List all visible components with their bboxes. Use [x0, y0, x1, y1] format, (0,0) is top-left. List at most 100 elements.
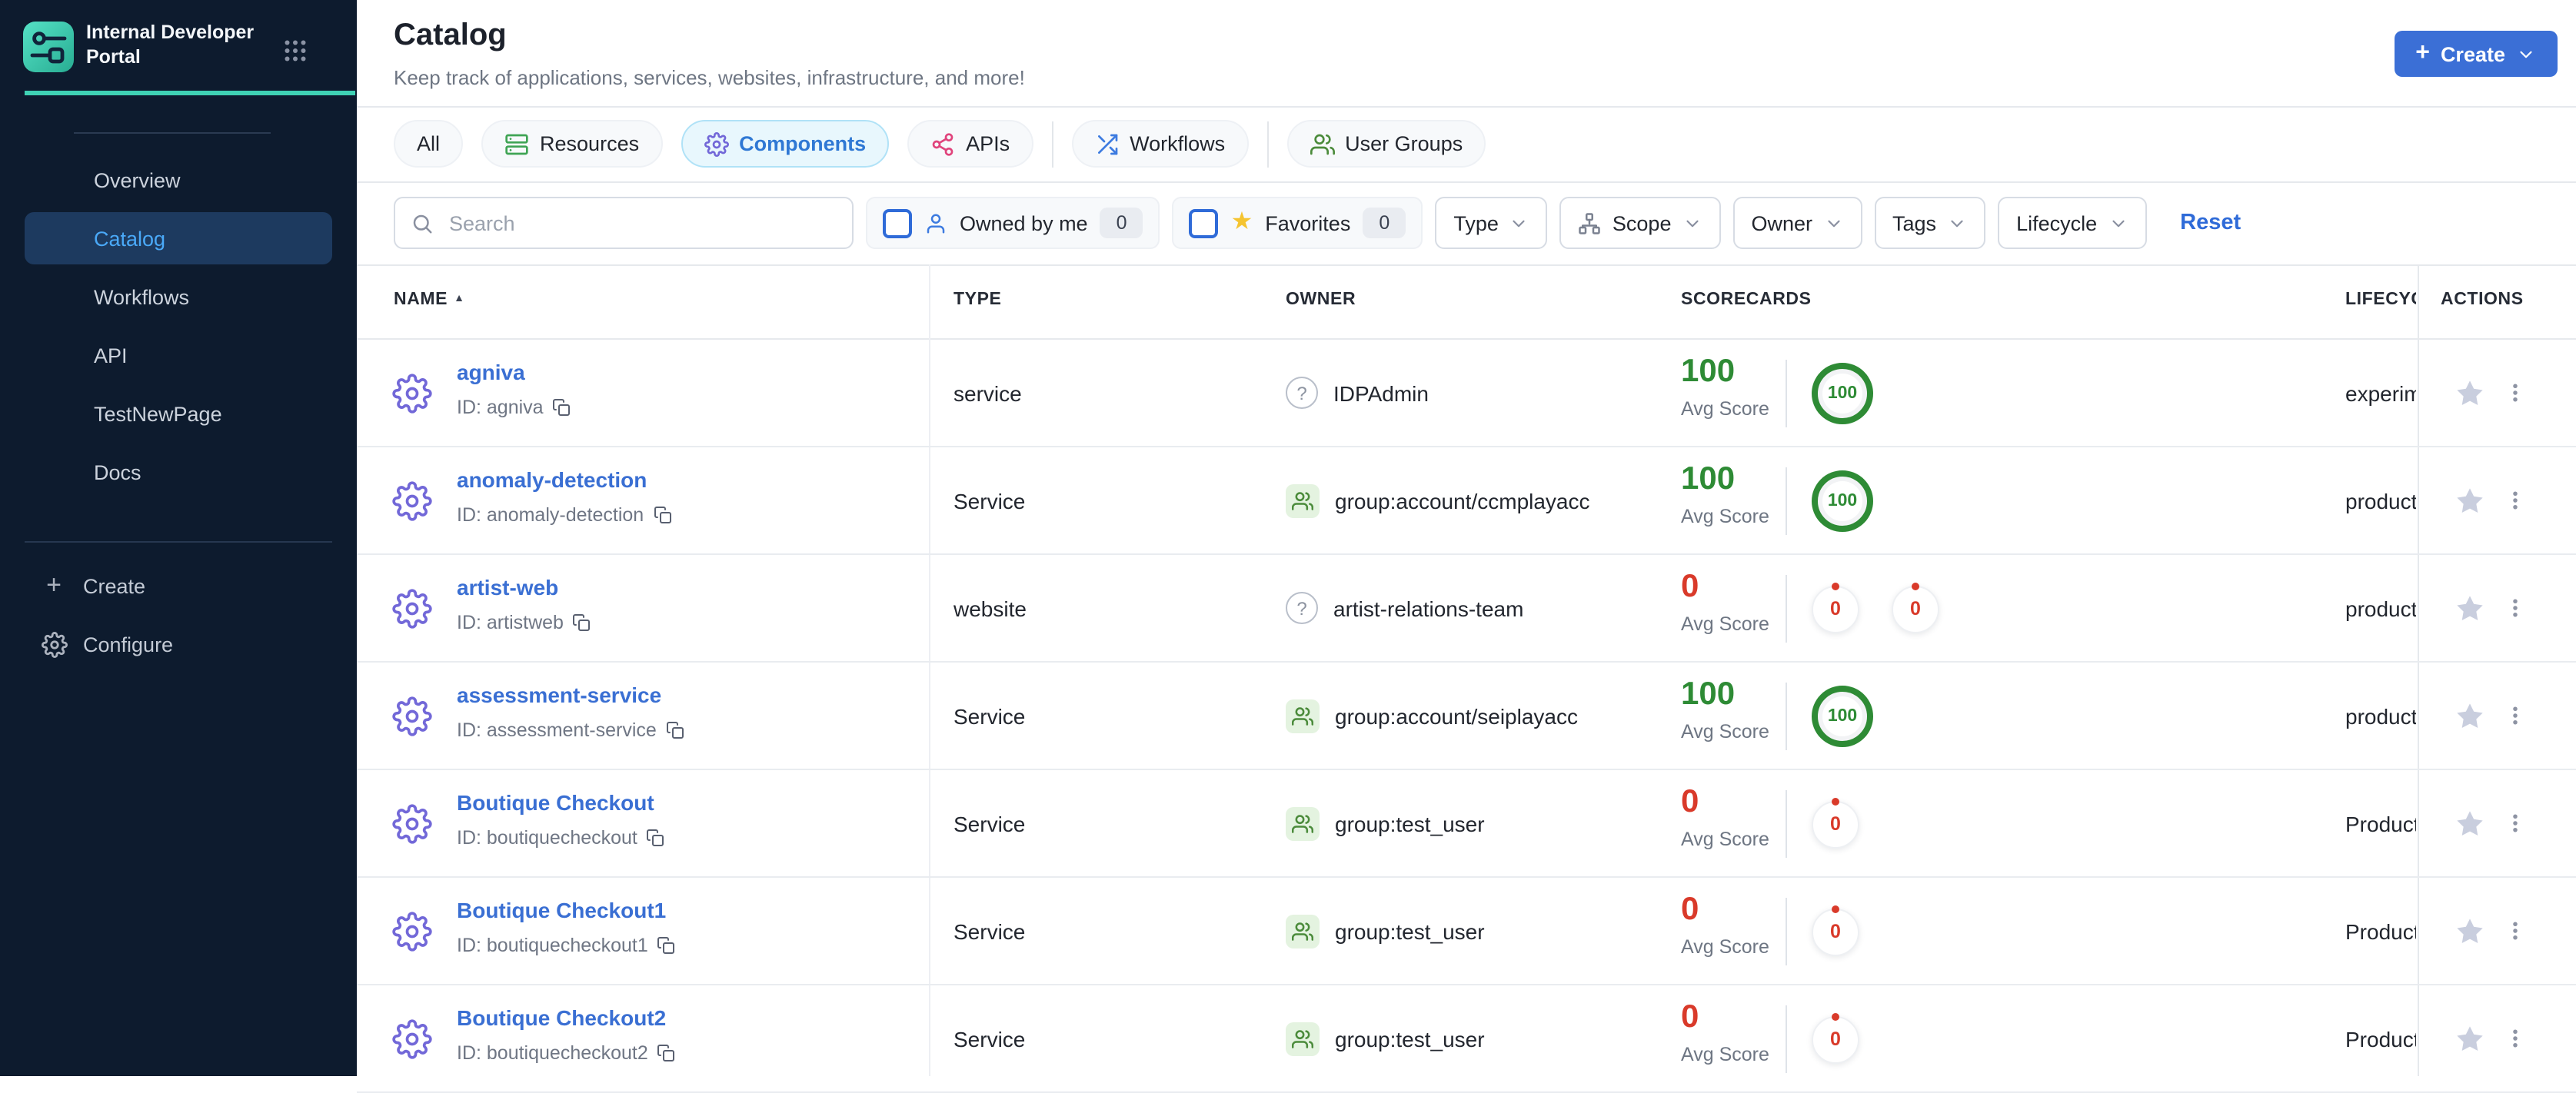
favorite-star-icon[interactable] — [2455, 916, 2485, 947]
filter-dropdown-lifecycle[interactable]: Lifecycle — [1998, 197, 2147, 249]
entity-id: ID: agniva — [457, 397, 571, 418]
entity-name-link[interactable]: assessment-service — [457, 683, 661, 707]
copy-icon[interactable] — [553, 398, 571, 417]
favorites-checkbox[interactable] — [1189, 208, 1219, 238]
column-header-lifecycle[interactable]: LIFECYCLE — [2345, 291, 2416, 309]
column-header-scorecards[interactable]: SCORECARDS — [1681, 291, 1812, 309]
plus-icon: + — [46, 570, 62, 600]
filter-dropdown-scope[interactable]: Scope — [1559, 197, 1721, 249]
scope-icon — [1579, 211, 1602, 234]
copy-icon[interactable] — [647, 829, 665, 847]
brand-accent-divider — [25, 91, 355, 95]
tab-user-groups[interactable]: User Groups — [1286, 120, 1486, 168]
sidebar-item-label: Workflows — [94, 285, 190, 308]
column-header-type[interactable]: TYPE — [954, 291, 1002, 309]
row-menu-icon[interactable] — [2504, 704, 2527, 727]
entity-name-link[interactable]: anomaly-detection — [457, 467, 647, 492]
owner-cell: ? IDPAdmin — [1286, 377, 1429, 409]
favorite-star-icon[interactable] — [2455, 701, 2485, 732]
row-menu-icon[interactable] — [2504, 489, 2527, 512]
tab-label: Workflows — [1130, 132, 1226, 155]
row-menu-icon[interactable] — [2504, 919, 2527, 942]
row-menu-icon[interactable] — [2504, 1027, 2527, 1050]
filter-bar: Owned by me 0 ★ Favorites 0 Type Scope O… — [394, 197, 2241, 249]
row-menu-icon[interactable] — [2504, 381, 2527, 404]
copy-icon[interactable] — [657, 1044, 676, 1062]
entity-id-text: ID: assessment-service — [457, 719, 657, 741]
sidebar-item-catalog[interactable]: Catalog — [25, 212, 332, 264]
avg-score-value: 0 — [1681, 892, 1699, 927]
row-menu-icon[interactable] — [2504, 596, 2527, 620]
column-header-name[interactable]: NAME ▲ — [394, 291, 465, 309]
search-input-wrap — [394, 197, 854, 249]
score-divider — [1786, 790, 1787, 858]
tab-all[interactable]: All — [394, 120, 464, 168]
create-button[interactable]: + Create — [2394, 31, 2558, 77]
owner-icon-slot — [1286, 807, 1320, 841]
copy-icon[interactable] — [657, 936, 676, 955]
table-row: Boutique Checkout ID: boutiquecheckout S… — [357, 770, 2576, 878]
column-header-owner[interactable]: OWNER — [1286, 291, 1356, 309]
apps-grid-icon[interactable] — [281, 37, 309, 65]
sidebar-item-overview[interactable]: Overview — [25, 154, 332, 206]
sidebar-item-workflows[interactable]: Workflows — [25, 271, 332, 323]
favorites-filter[interactable]: ★ Favorites 0 — [1172, 197, 1423, 249]
copy-icon[interactable] — [653, 506, 671, 524]
owned-by-me-filter[interactable]: Owned by me 0 — [866, 197, 1160, 249]
reset-filters-link[interactable]: Reset — [2180, 211, 2241, 235]
group-icon — [1286, 699, 1320, 733]
entity-name-link[interactable]: agniva — [457, 360, 525, 384]
owned-by-me-label: Owned by me — [960, 211, 1088, 234]
owner-cell: group:account/seiplayacc — [1286, 699, 1578, 733]
group-icon — [1286, 807, 1320, 841]
owned-by-me-checkbox[interactable] — [883, 208, 912, 238]
table-row: anomaly-detection ID: anomaly-detection … — [357, 447, 2576, 555]
lifecycle-cell: production — [2345, 489, 2416, 513]
sidebar-action-label: Configure — [83, 633, 174, 656]
dropdown-label: Scope — [1612, 211, 1672, 234]
brand-title: Internal Developer Portal — [86, 22, 255, 68]
tab-label: Components — [739, 132, 867, 155]
sidebar-item-label: Docs — [94, 460, 141, 483]
owned-by-me-count: 0 — [1100, 208, 1143, 238]
tab-workflows[interactable]: Workflows — [1071, 120, 1249, 168]
entity-name-link[interactable]: Boutique Checkout1 — [457, 898, 666, 922]
sidebar-item-testnewpage[interactable]: TestNewPage — [25, 387, 332, 440]
entity-name-link[interactable]: Boutique Checkout2 — [457, 1005, 666, 1030]
group-icon — [1286, 915, 1320, 948]
favorite-star-icon[interactable] — [2455, 593, 2485, 624]
type-cell: Service — [954, 812, 1026, 836]
gear-icon — [40, 630, 68, 658]
sidebar-item-docs[interactable]: Docs — [25, 446, 332, 498]
type-cell: service — [954, 381, 1022, 406]
filter-dropdown-owner[interactable]: Owner — [1732, 197, 1862, 249]
sidebar-action-create[interactable]: + Create — [25, 560, 332, 612]
tab-apis[interactable]: APIs — [907, 120, 1033, 168]
owner-label: group:test_user — [1335, 919, 1485, 944]
sidebar-item-label: API — [94, 344, 128, 367]
tab-resources[interactable]: Resources — [481, 120, 663, 168]
star-icon: ★ — [1230, 209, 1253, 235]
chevron-down-icon — [2108, 213, 2128, 233]
owner-label: group:test_user — [1335, 812, 1485, 836]
row-menu-icon[interactable] — [2504, 812, 2527, 835]
favorite-star-icon[interactable] — [2455, 1024, 2485, 1055]
entity-name-link[interactable]: Boutique Checkout — [457, 790, 654, 815]
tab-label: Resources — [540, 132, 640, 155]
copy-icon[interactable] — [573, 613, 591, 632]
lifecycle-cell: production — [2345, 704, 2416, 729]
column-header-actions: ACTIONS — [2441, 291, 2524, 309]
favorite-star-icon[interactable] — [2455, 378, 2485, 409]
copy-icon[interactable] — [666, 721, 684, 739]
owner-icon-slot: ? — [1286, 592, 1318, 624]
entity-name-link[interactable]: artist-web — [457, 575, 558, 600]
tab-components[interactable]: Components — [681, 120, 890, 168]
sidebar-item-api[interactable]: API — [25, 329, 332, 381]
search-input[interactable] — [446, 210, 821, 236]
filter-dropdown-type[interactable]: Type — [1435, 197, 1548, 249]
sidebar-action-configure[interactable]: Configure — [25, 618, 332, 670]
favorite-star-icon[interactable] — [2455, 809, 2485, 839]
favorite-star-icon[interactable] — [2455, 486, 2485, 517]
entity-id: ID: boutiquecheckout2 — [457, 1042, 676, 1064]
filter-dropdown-tags[interactable]: Tags — [1874, 197, 1986, 249]
